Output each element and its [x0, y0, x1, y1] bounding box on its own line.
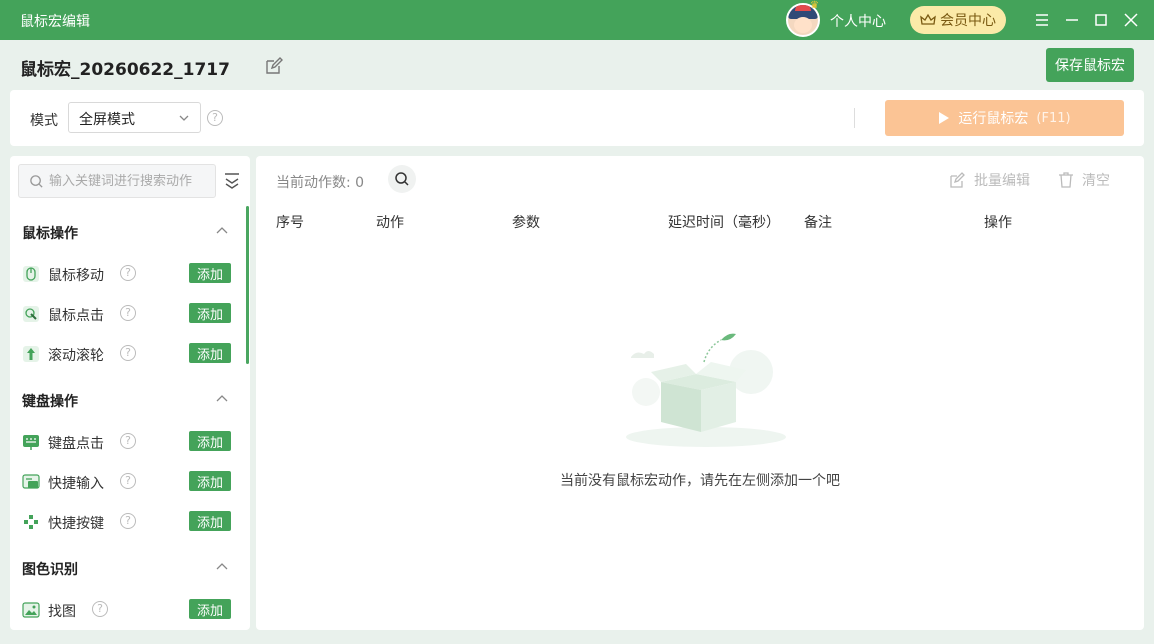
list-item: 找图 ? 添加 [22, 597, 232, 623]
list-item: 键盘点击 ? 添加 [22, 429, 232, 455]
column-header-action: 动作 [376, 215, 404, 231]
add-button[interactable]: 添加 [189, 343, 231, 363]
add-button[interactable]: 添加 [189, 471, 231, 491]
list-item: 鼠标移动 ? 添加 [22, 261, 232, 287]
mode-help-icon[interactable]: ? [207, 110, 223, 126]
crown-icon: ♛ [810, 0, 819, 11]
macro-name: 鼠标宏_20260622_1717 [20, 60, 230, 80]
list-item: 鼠标点击 ? 添加 [22, 301, 232, 327]
chevron-up-icon[interactable] [215, 392, 229, 406]
chevron-down-icon [179, 115, 189, 121]
help-icon[interactable]: ? [120, 305, 136, 321]
clear-button[interactable]: 清空 [1058, 170, 1110, 190]
empty-state-text: 当前没有鼠标宏动作，请先在左侧添加一个吧 [560, 473, 840, 489]
action-label: 键盘点击 [48, 436, 104, 452]
action-count-label: 当前动作数: [276, 175, 351, 191]
add-button[interactable]: 添加 [189, 263, 231, 283]
section-title: 键盘操作 [22, 394, 78, 410]
mode-label: 模式 [30, 113, 58, 129]
section-title: 图色识别 [22, 562, 78, 578]
add-button[interactable]: 添加 [189, 511, 231, 531]
action-list-panel: 当前动作数: 0 批量编辑 清空 序号 动作 参数 延迟时间（毫秒） 备注 操作… [256, 156, 1144, 630]
help-icon[interactable]: ? [120, 345, 136, 361]
mode-select-value: 全屏模式 [79, 112, 135, 128]
vip-center-label: 会员中心 [940, 13, 996, 29]
divider [854, 108, 855, 128]
list-item: 快捷输入 ? 添加 [22, 469, 232, 495]
quick-input-icon [22, 474, 40, 489]
search-icon [395, 172, 409, 186]
mode-select[interactable]: 全屏模式 [68, 102, 201, 133]
action-label: 鼠标移动 [48, 268, 104, 284]
vip-center-button[interactable]: 会员中心 [910, 6, 1006, 34]
list-item: 滚动滚轮 ? 添加 [22, 341, 232, 367]
run-macro-label: 运行鼠标宏 [958, 111, 1029, 127]
gamepad-icon [24, 515, 38, 529]
list-item: 快捷按键 ? 添加 [22, 509, 232, 535]
help-icon[interactable]: ? [120, 265, 136, 281]
chevron-up-icon[interactable] [215, 560, 229, 574]
window-title: 鼠标宏编辑 [20, 14, 90, 30]
trash-icon [1059, 172, 1073, 188]
scrollbar[interactable] [246, 206, 249, 364]
add-button[interactable]: 添加 [189, 599, 231, 619]
mouse-move-icon [23, 266, 39, 282]
add-button[interactable]: 添加 [189, 303, 231, 323]
close-icon[interactable] [1121, 10, 1141, 30]
search-input[interactable] [49, 171, 209, 191]
column-header-operation: 操作 [984, 215, 1012, 231]
image-icon [22, 602, 40, 618]
user-center-link[interactable]: 个人中心 [830, 11, 886, 31]
menu-icon[interactable] [1032, 10, 1052, 30]
batch-edit-button[interactable]: 批量编辑 [948, 170, 1030, 190]
clear-label: 清空 [1082, 173, 1110, 189]
action-label: 鼠标点击 [48, 308, 104, 324]
action-label: 快捷按键 [48, 516, 104, 532]
help-icon[interactable]: ? [120, 473, 136, 489]
action-search[interactable] [18, 164, 216, 198]
column-header-delay: 延迟时间（毫秒） [668, 215, 780, 231]
search-actions-button[interactable] [388, 165, 416, 193]
help-icon[interactable]: ? [120, 513, 136, 529]
action-label: 滚动滚轮 [48, 348, 104, 364]
keyboard-icon [23, 435, 39, 450]
action-label: 快捷输入 [48, 476, 104, 492]
crown-outline-icon [920, 13, 936, 25]
collapse-all-icon[interactable] [222, 170, 242, 190]
add-button[interactable]: 添加 [189, 431, 231, 451]
empty-box-illustration [626, 333, 786, 447]
batch-edit-label: 批量编辑 [974, 173, 1030, 189]
column-header-note: 备注 [804, 215, 832, 231]
action-count: 当前动作数: 0 [276, 172, 364, 192]
search-icon [30, 175, 43, 188]
maximize-icon[interactable] [1091, 10, 1111, 30]
run-macro-button[interactable]: 运行鼠标宏 (F11) [885, 100, 1124, 136]
column-header-index: 序号 [276, 215, 304, 231]
column-header-params: 参数 [512, 215, 540, 231]
edit-name-icon[interactable] [264, 56, 284, 76]
help-icon[interactable]: ? [120, 433, 136, 449]
play-icon [939, 112, 950, 124]
run-shortcut: (F11) [1036, 110, 1071, 126]
edit-icon [950, 172, 965, 188]
mouse-click-icon [23, 306, 39, 322]
scroll-wheel-icon [23, 346, 39, 362]
minimize-icon[interactable] [1062, 10, 1082, 30]
title-bar: 鼠标宏编辑 ♛ 个人中心 会员中心 [0, 0, 1154, 40]
action-label: 找图 [48, 604, 76, 620]
chevron-up-icon[interactable] [215, 224, 229, 238]
action-library-panel: 鼠标操作 鼠标移动 ? 添加 鼠标点击 ? 添加 滚动滚轮 ? 添加 键盘操作 … [10, 156, 250, 630]
mode-panel: 模式 全屏模式 ? 运行鼠标宏 (F11) [10, 90, 1144, 146]
action-count-value: 0 [355, 175, 365, 191]
section-title: 鼠标操作 [22, 226, 78, 242]
save-macro-button[interactable]: 保存鼠标宏 [1046, 48, 1134, 82]
help-icon[interactable]: ? [92, 601, 108, 617]
